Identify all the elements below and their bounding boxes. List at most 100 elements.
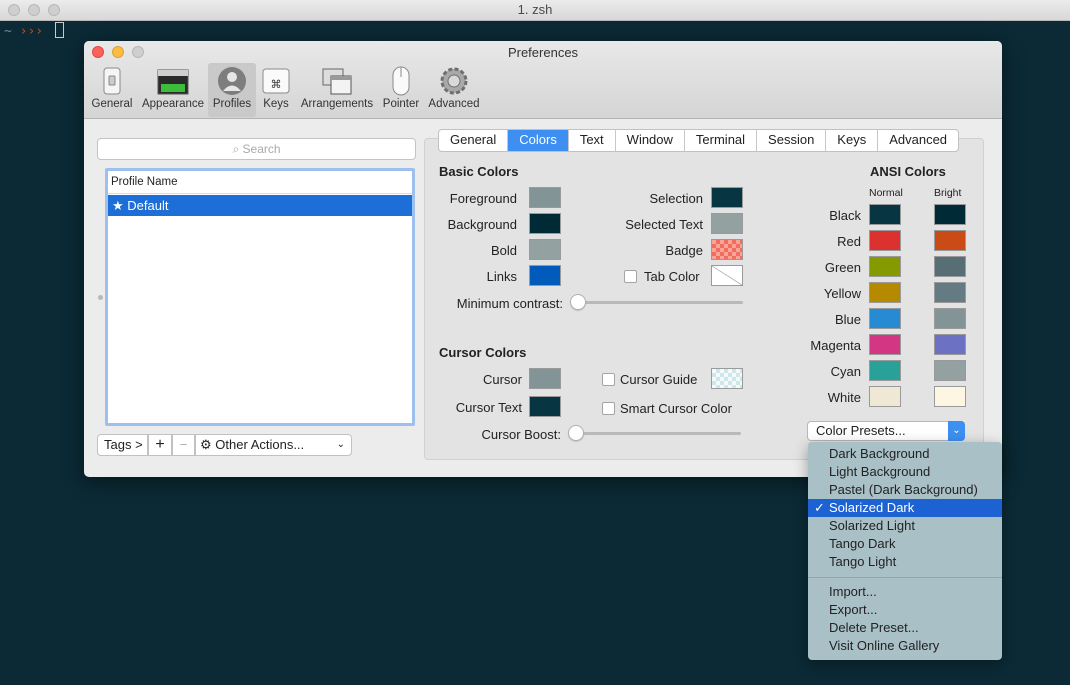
cursor-text-label: Cursor Text [455,400,522,415]
preferences-toolbar: Preferences General Appearance Profiles … [84,41,1002,119]
minimum-contrast-label: Minimum contrast: [456,296,563,311]
cursor-guide-checkbox[interactable] [602,373,615,386]
toolbar-keys[interactable]: ⌘ Keys [258,63,294,117]
minimum-contrast-knob[interactable] [570,294,586,310]
text-cursor [54,22,64,38]
tab-color-well[interactable] [711,265,743,286]
tags-button[interactable]: Tags > [97,434,148,456]
ansi-blue-normal-well[interactable] [869,308,901,329]
keys-icon: ⌘ [260,66,292,96]
toolbar-appearance[interactable]: Appearance [139,63,207,117]
color-presets-dropdown[interactable]: Color Presets... ⌄ [807,421,965,441]
window-title: Preferences [507,45,579,60]
profile-search-input[interactable]: ⌕ Search [97,138,416,160]
cursor-guide-color-well[interactable] [711,368,743,389]
general-icon [96,66,128,96]
ansi-yellow-bright-well[interactable] [934,282,966,303]
mouse-icon [385,66,417,96]
profile-list-header[interactable]: Profile Name [108,171,412,194]
tab-terminal[interactable]: Terminal [685,130,758,151]
minimum-contrast-slider[interactable] [571,301,743,304]
toolbar-general[interactable]: General [90,63,134,117]
menu-item-solarized-dark[interactable]: ✓ Solarized Dark [808,499,1002,517]
ansi-yellow-normal-well[interactable] [869,282,901,303]
profile-row-default[interactable]: ★ Default [108,195,412,216]
cursor-text-color-well[interactable] [529,396,561,417]
ansi-red-bright-well[interactable] [934,230,966,251]
shell-prompt[interactable]: ~ ››› [4,22,64,39]
ansi-green-bright-well[interactable] [934,256,966,277]
ansi-cyan-label: Cyan [830,364,861,379]
toolbar-profiles[interactable]: Profiles [208,63,256,117]
tab-advanced[interactable]: Advanced [878,130,958,151]
ansi-magenta-normal-well[interactable] [869,334,901,355]
ansi-white-bright-well[interactable] [934,386,966,407]
ansi-black-label: Black [829,208,861,223]
menu-item-online-gallery[interactable]: Visit Online Gallery [808,637,1002,655]
cursor-boost-slider[interactable] [569,432,741,435]
foreground-label: Foreground [449,191,517,206]
tab-general[interactable]: General [439,130,509,151]
chevron-down-icon: ⌄ [948,421,965,441]
menu-item-dark-background[interactable]: Dark Background [808,445,1002,463]
toolbar-advanced[interactable]: Advanced [426,63,482,117]
menu-item-import[interactable]: Import... [808,583,1002,601]
bold-color-well[interactable] [529,239,561,260]
smart-cursor-color-checkbox[interactable] [602,402,615,415]
toolbar-pointer[interactable]: Pointer [380,63,422,117]
tab-session[interactable]: Session [757,130,827,151]
ansi-black-bright-well[interactable] [934,204,966,225]
search-icon: ⌕ [232,142,240,156]
selection-color-well[interactable] [711,187,743,208]
chevron-down-icon: ⌄ [336,439,345,450]
ansi-cyan-normal-well[interactable] [869,360,901,381]
svg-text:⌘: ⌘ [271,79,282,91]
cursor-boost-knob[interactable] [568,425,584,441]
remove-profile-button[interactable]: − [172,434,195,456]
tab-window[interactable]: Window [616,130,685,151]
menu-item-export[interactable]: Export... [808,601,1002,619]
background-color-well[interactable] [529,213,561,234]
selected-text-color-well[interactable] [711,213,743,234]
profile-list[interactable]: Profile Name ★ Default [105,168,415,426]
ansi-yellow-label: Yellow [823,286,861,301]
tab-color-checkbox[interactable] [624,270,637,283]
ansi-magenta-bright-well[interactable] [934,334,966,355]
badge-color-well[interactable] [711,239,743,260]
basic-colors-heading: Basic Colors [439,164,519,179]
tab-colors[interactable]: Colors [508,130,569,151]
menu-item-pastel[interactable]: Pastel (Dark Background) [808,481,1002,499]
toolbar-label: Advanced [428,98,480,110]
ansi-blue-bright-well[interactable] [934,308,966,329]
badge-label: Badge [665,243,703,258]
cursor-color-well[interactable] [529,368,561,389]
ansi-red-normal-well[interactable] [869,230,901,251]
split-handle[interactable] [98,295,103,300]
ansi-green-normal-well[interactable] [869,256,901,277]
links-label: Links [486,269,517,284]
selection-label: Selection [649,191,703,206]
toolbar-arrangements[interactable]: Arrangements [298,63,376,117]
ansi-red-label: Red [837,234,861,249]
menu-item-light-background[interactable]: Light Background [808,463,1002,481]
tab-text[interactable]: Text [569,130,616,151]
other-actions-dropdown[interactable]: ⚙ Other Actions... ⌄ [195,434,352,456]
links-color-well[interactable] [529,265,561,286]
other-actions-label: Other Actions... [215,437,305,452]
arrangements-icon [321,66,353,96]
checkmark-icon: ✓ [814,500,825,515]
add-profile-button[interactable]: + [148,434,172,456]
ansi-black-normal-well[interactable] [869,204,901,225]
menu-item-tango-light[interactable]: Tango Light [808,553,1002,571]
menu-item-delete-preset[interactable]: Delete Preset... [808,619,1002,637]
menu-item-solarized-light[interactable]: Solarized Light [808,517,1002,535]
smart-cursor-color-label: Smart Cursor Color [620,401,732,416]
toolbar-label: Profiles [212,98,252,110]
foreground-color-well[interactable] [529,187,561,208]
ansi-white-normal-well[interactable] [869,386,901,407]
menu-item-label: Solarized Dark [829,500,915,515]
tab-keys[interactable]: Keys [826,130,879,151]
ansi-cyan-bright-well[interactable] [934,360,966,381]
search-placeholder: Search [242,142,281,156]
menu-item-tango-dark[interactable]: Tango Dark [808,535,1002,553]
